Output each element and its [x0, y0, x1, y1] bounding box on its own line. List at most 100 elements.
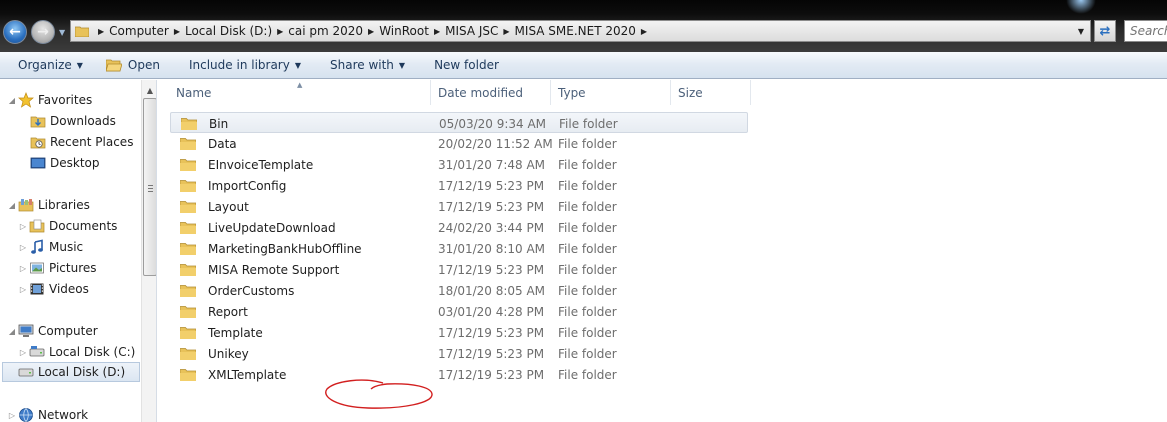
- nav-item-local-disk-c[interactable]: ▷ Local Disk (C:): [17, 342, 135, 362]
- address-bar[interactable]: ▶ Computer ▶ Local Disk (D:) ▶ cai pm 2020 ▶ Wi…: [70, 20, 1091, 42]
- file-row[interactable]: MISA Remote Support 17/12/19 5:23 PM File …: [170, 259, 748, 280]
- organize-label: Organize: [18, 58, 72, 72]
- folder-icon: [180, 180, 196, 192]
- file-row[interactable]: LiveUpdateDownload 24/02/20 3:44 PM File f…: [170, 217, 748, 238]
- column-header-date-modified[interactable]: Date modified: [431, 80, 551, 105]
- network-icon: [19, 408, 33, 422]
- expander-icon[interactable]: ◢: [6, 327, 18, 336]
- file-row[interactable]: ImportConfig 17/12/19 5:23 PM File folder: [170, 175, 748, 196]
- open-label: Open: [127, 58, 160, 72]
- organize-button[interactable]: Organize ▼: [18, 52, 83, 79]
- refresh-button[interactable]: ⇄: [1094, 20, 1116, 42]
- address-history-dropdown-icon[interactable]: ▼: [1074, 21, 1088, 41]
- computer-icon: [18, 324, 34, 337]
- breadcrumb-segment[interactable]: ▶ Computer: [93, 21, 169, 41]
- new-folder-button[interactable]: New folder: [434, 52, 499, 79]
- breadcrumb-segment[interactable]: ▶ MISA SME.NET 2020: [498, 21, 636, 41]
- file-name-cell: XMLTemplate: [180, 364, 286, 385]
- expander-icon[interactable]: ◢: [6, 96, 18, 105]
- nav-item-local-disk-d[interactable]: Local Disk (D:): [2, 362, 140, 382]
- breadcrumb-separator-icon[interactable]: ▶: [169, 27, 185, 36]
- breadcrumb-separator-icon[interactable]: ▶: [93, 27, 109, 36]
- breadcrumb-segment[interactable]: ▶ Local Disk (D:): [169, 21, 272, 41]
- nav-item-documents[interactable]: ▷ Documents: [17, 216, 118, 236]
- nav-favorites[interactable]: ◢ Favorites: [6, 90, 92, 110]
- breadcrumb-segment[interactable]: ▶ MISA JSC: [429, 21, 498, 41]
- type-cell: File folder: [558, 220, 617, 235]
- breadcrumb-segment[interactable]: ▶ cai pm 2020: [272, 21, 363, 41]
- file-row[interactable]: Bin 05/03/20 9:34 AM File folder: [170, 112, 748, 133]
- column-header-size[interactable]: Size: [671, 80, 751, 105]
- folder-icon: [180, 159, 196, 171]
- nav-scrollbar[interactable]: ▲: [141, 80, 156, 422]
- nav-item-music[interactable]: ▷ Music: [17, 237, 83, 257]
- downloads-folder-icon: [30, 116, 46, 128]
- breadcrumb-label: Computer: [109, 24, 169, 38]
- file-row[interactable]: Report 03/01/20 4:28 PM File folder: [170, 301, 748, 322]
- refresh-icon: ⇄: [1099, 23, 1111, 39]
- breadcrumb-separator-icon[interactable]: ▶: [363, 27, 379, 36]
- breadcrumb-separator-icon[interactable]: ▶: [429, 27, 445, 36]
- library-icon: [18, 199, 34, 212]
- file-row[interactable]: OrderCustoms 18/01/20 8:05 AM File folder: [170, 280, 748, 301]
- recent-pages-dropdown-icon[interactable]: ▼: [59, 28, 65, 37]
- back-button[interactable]: ←: [3, 20, 27, 44]
- scroll-up-icon[interactable]: ▲: [142, 82, 156, 98]
- nav-item-pictures[interactable]: ▷ Pictures: [17, 258, 97, 278]
- breadcrumb-label: cai pm 2020: [288, 24, 364, 38]
- scrollbar-thumb[interactable]: [143, 98, 156, 276]
- file-name: XMLTemplate: [208, 367, 287, 382]
- folder-icon: [180, 369, 196, 381]
- share-with-label: Share with: [330, 58, 394, 72]
- nav-item-desktop[interactable]: Desktop: [30, 153, 100, 173]
- file-row[interactable]: XMLTemplate 17/12/19 5:23 PM File folder: [170, 364, 748, 385]
- nav-item-label: Pictures: [49, 261, 97, 275]
- nav-computer[interactable]: ◢ Computer: [6, 321, 98, 341]
- file-row[interactable]: Layout 17/12/19 5:23 PM File folder: [170, 196, 748, 217]
- share-with-button[interactable]: Share with ▼: [330, 52, 405, 79]
- expander-icon[interactable]: ◢: [6, 201, 18, 210]
- nav-item-videos[interactable]: ▷ Videos: [17, 279, 89, 299]
- breadcrumb-segment[interactable]: ▶ WinRoot: [363, 21, 429, 41]
- folder-icon: [180, 201, 196, 213]
- file-row[interactable]: MarketingBankHubOffline 31/01/20 8:10 AM F…: [170, 238, 748, 259]
- include-in-library-button[interactable]: Include in library ▼: [189, 52, 301, 79]
- file-name: ImportConfig: [208, 178, 287, 193]
- file-name-cell: Unikey: [180, 343, 249, 364]
- search-input[interactable]: [1125, 21, 1167, 41]
- breadcrumb-separator-icon[interactable]: ▶: [498, 27, 514, 36]
- nav-network[interactable]: ▷ Network: [6, 405, 88, 422]
- breadcrumb-separator-icon[interactable]: ▶: [636, 27, 652, 36]
- expander-icon[interactable]: ▷: [6, 411, 18, 420]
- nav-item-recent-places[interactable]: Recent Places: [30, 132, 133, 152]
- folder-icon: [180, 138, 196, 150]
- file-row[interactable]: EInvoiceTemplate 31/01/20 7:48 AM File fol…: [170, 154, 748, 175]
- folder-icon: [180, 243, 196, 255]
- breadcrumb-separator-icon[interactable]: ▶: [272, 27, 288, 36]
- column-header-label: Size: [678, 85, 703, 100]
- recent-places-icon: [30, 137, 46, 149]
- nav-item-label: Music: [49, 240, 84, 254]
- nav-libraries[interactable]: ◢ Libraries: [6, 195, 90, 215]
- expander-icon[interactable]: ▷: [17, 348, 29, 357]
- forward-button[interactable]: →: [31, 20, 55, 44]
- folder-icon: [180, 264, 196, 276]
- videos-icon: [30, 283, 44, 295]
- nav-item-downloads[interactable]: Downloads: [30, 111, 116, 131]
- sort-ascending-icon: ▲: [297, 81, 303, 89]
- column-header-type[interactable]: Type: [551, 80, 671, 105]
- expander-icon[interactable]: ▷: [17, 243, 29, 252]
- breadcrumb-label: WinRoot: [379, 24, 429, 38]
- file-row[interactable]: Template 17/12/19 5:23 PM File folder: [170, 322, 748, 343]
- file-row[interactable]: Unikey 17/12/19 5:23 PM File folder: [170, 343, 748, 364]
- file-name: Data: [208, 136, 237, 151]
- nav-network-label: Network: [38, 408, 89, 422]
- expander-icon[interactable]: ▷: [17, 264, 29, 273]
- column-header-name[interactable]: Name ▲: [158, 80, 431, 105]
- expander-icon[interactable]: ▷: [17, 285, 29, 294]
- open-button[interactable]: Open: [105, 52, 160, 79]
- expander-icon[interactable]: ▷: [17, 222, 29, 231]
- search-box[interactable]: [1124, 20, 1167, 42]
- file-name: Template: [208, 325, 263, 340]
- file-row[interactable]: Data 20/02/20 11:52 AM File folder: [170, 133, 748, 154]
